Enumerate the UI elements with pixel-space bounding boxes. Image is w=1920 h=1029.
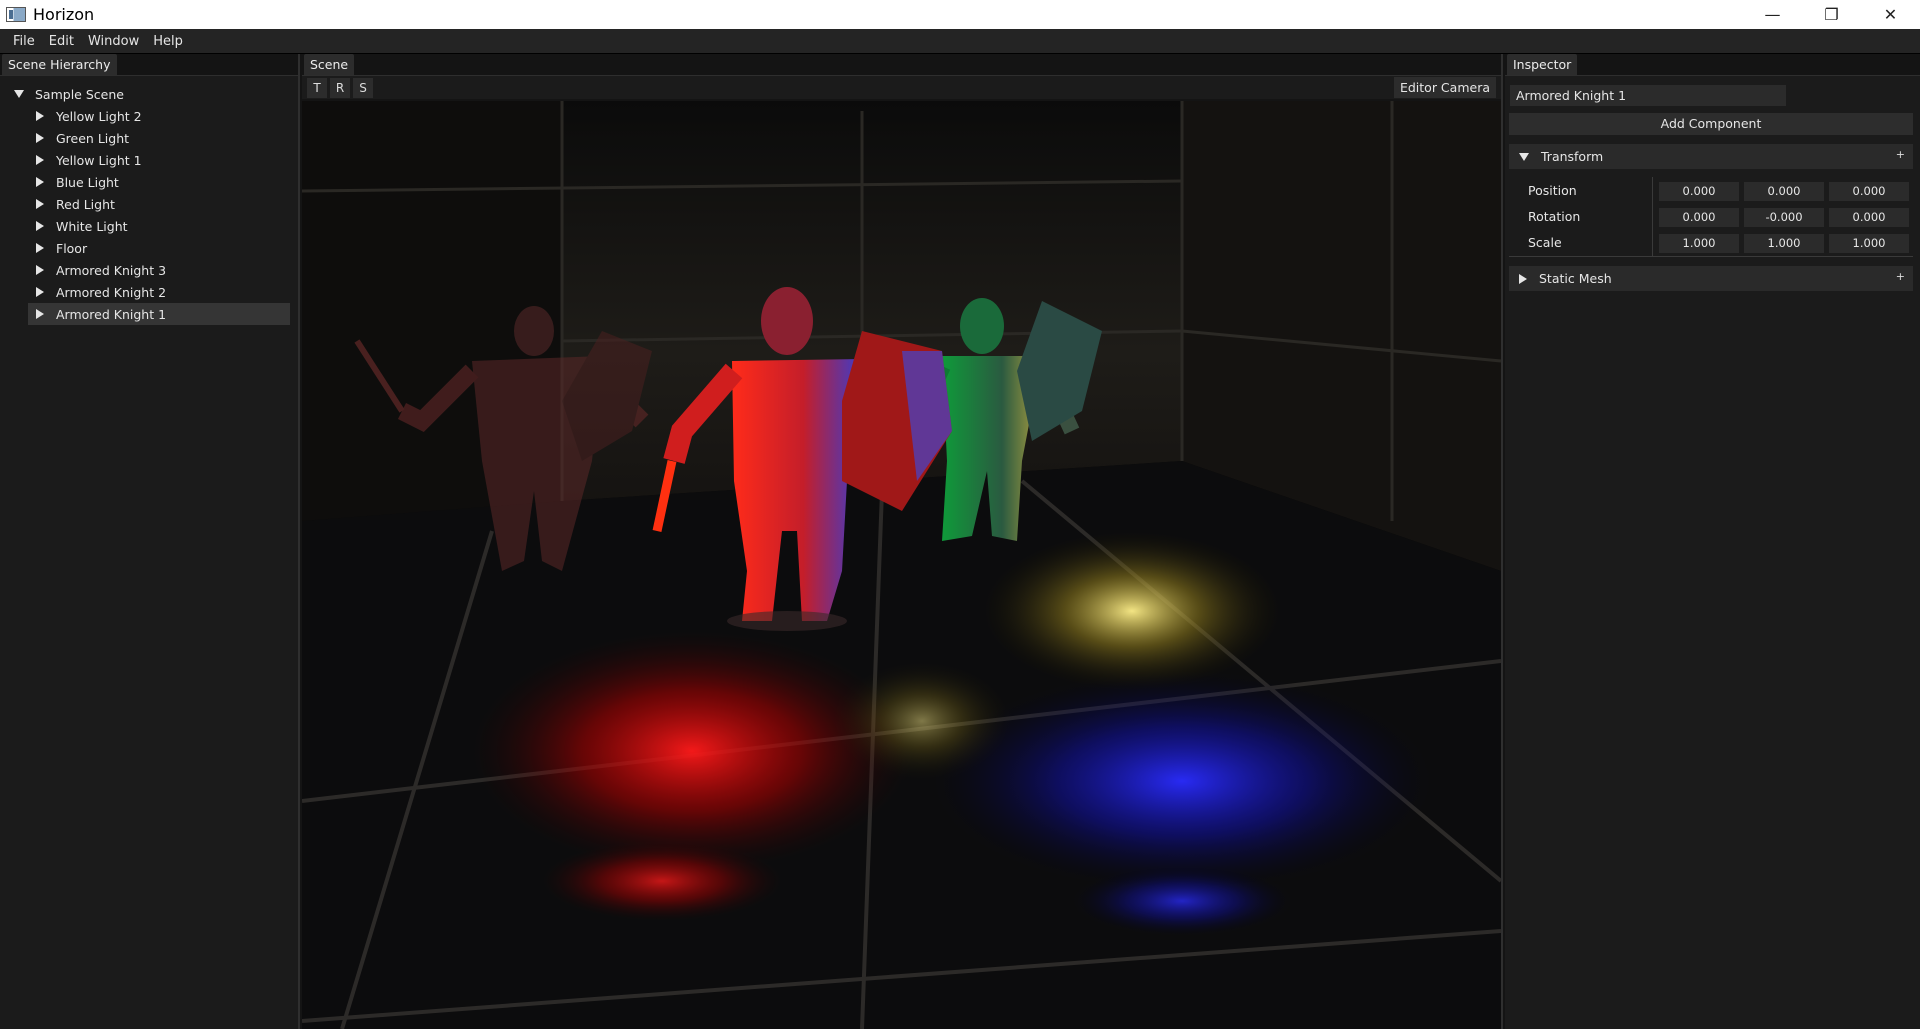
expand-right-icon[interactable] [36,111,44,121]
collapse-down-icon[interactable] [1519,152,1529,161]
expand-right-icon[interactable] [36,287,44,297]
tree-item-label: Green Light [56,130,130,146]
window-title: Horizon [33,5,95,24]
static-mesh-header[interactable]: Static Mesh + [1509,266,1913,291]
expand-right-icon[interactable] [36,309,44,319]
rendered-scene [302,101,1501,1029]
tree-item-green-light[interactable]: Green Light [28,127,290,149]
inspector-tabbar: Inspector [1505,54,1920,76]
rotation-z-field[interactable]: 0.000 [1829,208,1909,227]
tree-item-label: Yellow Light 1 [56,152,142,168]
tree-item-label: Yellow Light 2 [56,108,142,124]
scene-panel: Scene T R S Editor Camera [302,54,1503,1029]
tree-item-armored-knight-2[interactable]: Armored Knight 2 [28,281,290,303]
position-label: Position [1528,183,1577,198]
close-button[interactable]: ✕ [1861,0,1920,29]
rotation-y-field[interactable]: -0.000 [1744,208,1824,227]
inspector-panel: Inspector Armored Knight 1 Add Component… [1505,54,1920,1029]
expand-right-icon[interactable] [36,155,44,165]
expand-right-icon[interactable] [1519,273,1527,284]
scene-hierarchy-panel: Scene Hierarchy Sample Scene Yellow Ligh… [0,54,300,1029]
tree-item-label: Red Light [56,196,115,212]
transform-title: Transform [1541,149,1604,164]
tree-item-label: Blue Light [56,174,119,190]
expand-right-icon[interactable] [36,177,44,187]
expand-down-icon[interactable] [14,90,24,98]
tree-item-label: Armored Knight 1 [56,306,167,322]
tree-item-label: Armored Knight 3 [56,262,167,278]
scale-tool-button[interactable]: S [353,77,373,98]
tree-root-sample-scene[interactable]: Sample Scene [0,83,298,105]
scene-tabbar: Scene [302,54,1501,76]
scene-viewport[interactable] [302,101,1501,1029]
editor-camera-button[interactable]: Editor Camera [1393,77,1496,98]
app-icon [6,7,26,22]
scale-x-field[interactable]: 1.000 [1659,234,1739,253]
tree-item-red-light[interactable]: Red Light [28,193,290,215]
tree-item-white-light[interactable]: White Light [28,215,290,237]
tab-scene[interactable]: Scene [304,54,355,75]
position-y-field[interactable]: 0.000 [1744,182,1824,201]
transform-labels: Position Rotation Scale [1509,177,1653,257]
tree-item-floor[interactable]: Floor [28,237,290,259]
tree-item-label: Armored Knight 2 [56,284,167,300]
scale-z-field[interactable]: 1.000 [1829,234,1909,253]
tab-scene-hierarchy[interactable]: Scene Hierarchy [2,54,117,75]
static-mesh-title: Static Mesh [1539,271,1612,286]
rotate-tool-button[interactable]: R [330,77,350,98]
rotation-x-field[interactable]: 0.000 [1659,208,1739,227]
expand-right-icon[interactable] [36,199,44,209]
menu-help[interactable]: Help [146,34,190,49]
position-x-field[interactable]: 0.000 [1659,182,1739,201]
scale-y-field[interactable]: 1.000 [1744,234,1824,253]
rotation-label: Rotation [1528,209,1581,224]
hierarchy-tree: Sample Scene Yellow Light 2 Green Light … [0,76,298,325]
title-bar: Horizon — ❐ ✕ [0,0,1920,29]
static-mesh-plus-icon[interactable]: + [1896,270,1905,283]
tree-item-armored-knight-1[interactable]: Armored Knight 1 [28,303,290,325]
tree-item-yellow-light-1[interactable]: Yellow Light 1 [28,149,290,171]
transform-header[interactable]: Transform + [1509,144,1913,169]
expand-right-icon[interactable] [36,133,44,143]
menu-edit[interactable]: Edit [42,34,81,49]
tab-inspector[interactable]: Inspector [1507,54,1578,75]
translate-tool-button[interactable]: T [307,77,327,98]
tree-item-armored-knight-3[interactable]: Armored Knight 3 [28,259,290,281]
add-component-button[interactable]: Add Component [1509,113,1913,135]
menu-bar: File Edit Window Help [0,29,1920,54]
transform-plus-icon[interactable]: + [1896,148,1905,161]
expand-right-icon[interactable] [36,265,44,275]
tree-item-label: White Light [56,218,128,234]
expand-right-icon[interactable] [36,221,44,231]
scale-label: Scale [1528,235,1562,250]
menu-window[interactable]: Window [81,34,146,49]
minimize-button[interactable]: — [1743,0,1802,29]
tree-item-yellow-light-2[interactable]: Yellow Light 2 [28,105,290,127]
scene-toolbar: T R S Editor Camera [302,76,1501,99]
tree-root-label: Sample Scene [35,86,124,102]
hierarchy-tabbar: Scene Hierarchy [0,54,298,76]
window-controls: — ❐ ✕ [1743,0,1920,29]
expand-right-icon[interactable] [36,243,44,253]
tree-item-blue-light[interactable]: Blue Light [28,171,290,193]
position-z-field[interactable]: 0.000 [1829,182,1909,201]
restore-button[interactable]: ❐ [1802,0,1861,29]
tree-item-label: Floor [56,240,88,256]
object-name-field[interactable]: Armored Knight 1 [1510,85,1786,106]
transform-body: Position Rotation Scale 0.000 0.000 0.00… [1509,177,1913,257]
menu-file[interactable]: File [6,34,42,49]
